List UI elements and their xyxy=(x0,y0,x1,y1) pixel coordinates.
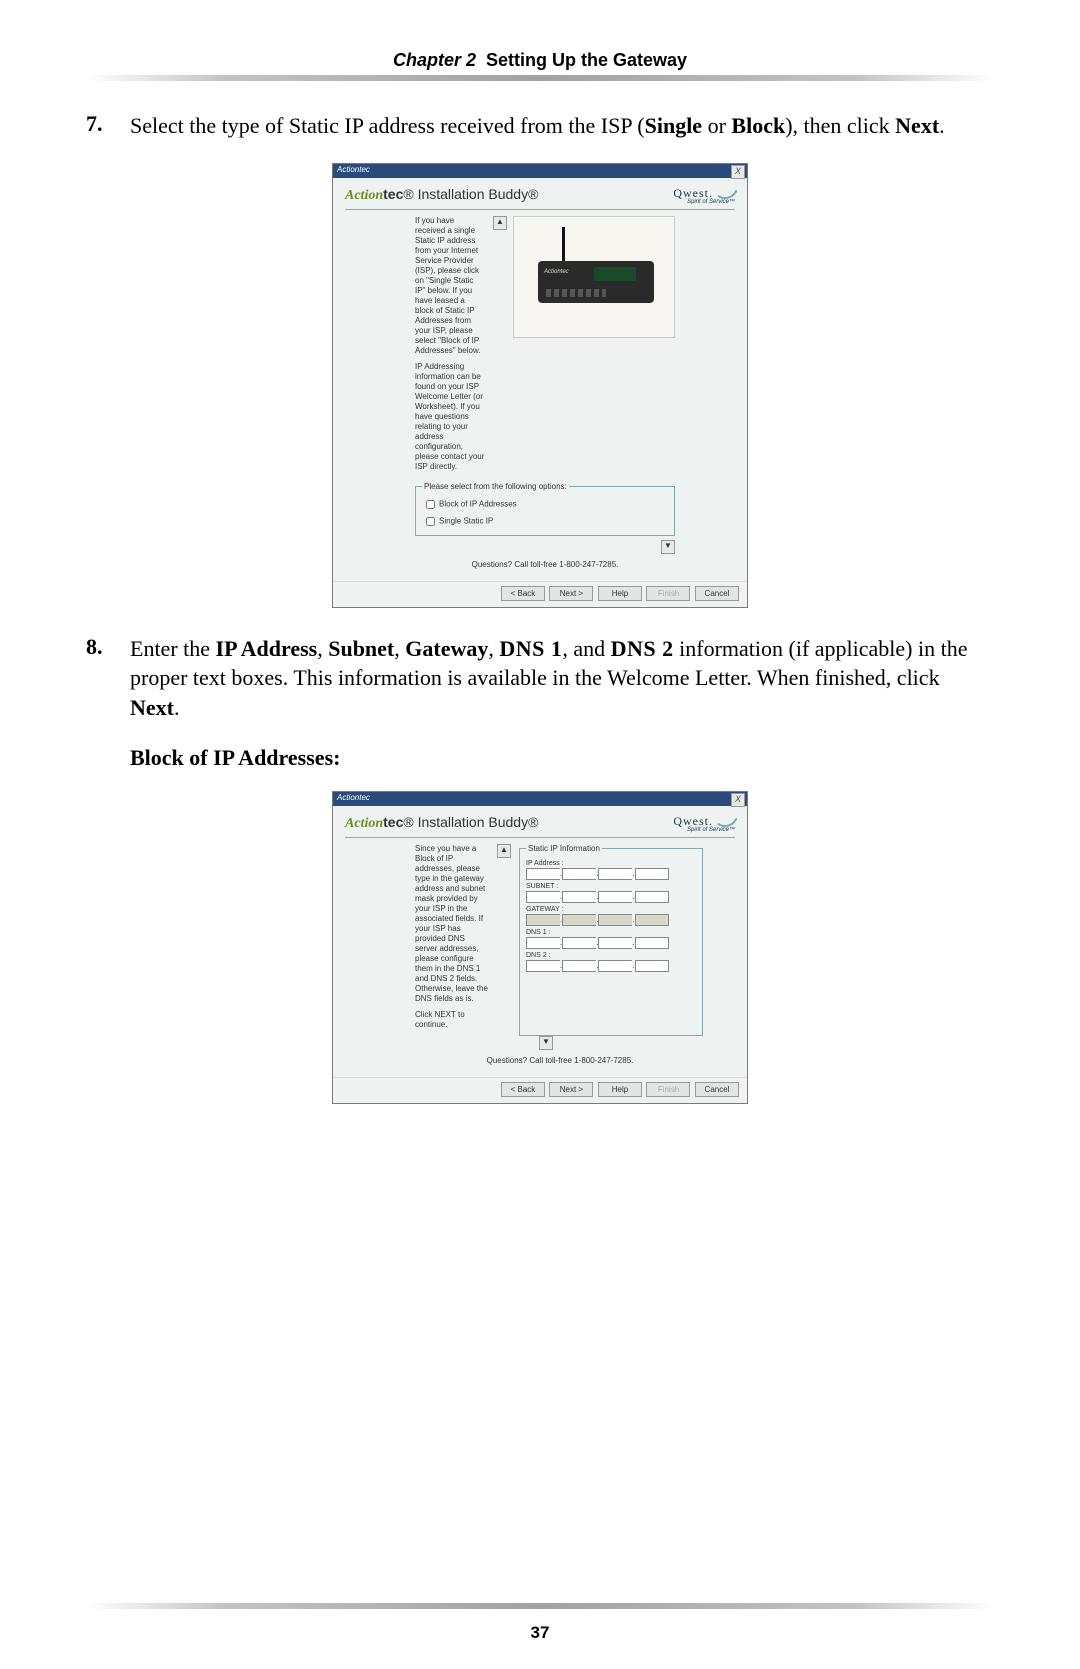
ip-octet[interactable] xyxy=(635,868,669,880)
content-row: If you have received a single Static IP … xyxy=(415,216,675,478)
header-rule xyxy=(86,75,994,81)
finish-button: Finish xyxy=(646,586,690,601)
field-dns2: DNS 2 : ... xyxy=(526,952,696,972)
ip-octet[interactable] xyxy=(526,868,560,880)
close-button[interactable]: X xyxy=(731,165,745,179)
ip-legend: Static IP Information xyxy=(526,844,602,853)
step-8: 8. Enter the IP Address, Subnet, Gateway… xyxy=(86,634,994,723)
subnet-octet[interactable] xyxy=(526,891,560,903)
qwest-logo: Qwest. Spirit of Service™ xyxy=(673,186,735,205)
back-button[interactable]: < Back xyxy=(501,1082,545,1097)
gateway-octet[interactable] xyxy=(598,914,632,926)
scroll-down-icon[interactable]: ▼ xyxy=(661,540,675,554)
step-list: 7. Select the type of Static IP address … xyxy=(86,111,994,141)
step-text: Enter the IP Address, Subnet, Gateway, D… xyxy=(130,634,994,723)
dns2-octet[interactable] xyxy=(562,960,596,972)
dns1-octet[interactable] xyxy=(598,937,632,949)
label-dns1: DNS 1 : xyxy=(526,929,696,936)
window-body: Actiontec® Installation Buddy® Qwest. Sp… xyxy=(333,806,747,1077)
screenshot-2: Actiontec X Actiontec® Installation Budd… xyxy=(332,791,748,1104)
router-body-icon: Actiontec DSL Gateway xyxy=(538,261,654,303)
finish-button: Finish xyxy=(646,1082,690,1097)
instruction-text: If you have received a single Static IP … xyxy=(415,216,485,478)
field-subnet: SUBNET : ... xyxy=(526,883,696,903)
footer-rule xyxy=(86,1603,994,1609)
window-body: Actiontec® Installation Buddy® Qwest. Sp… xyxy=(333,178,747,581)
brand-row: Actiontec® Installation Buddy® Qwest. Sp… xyxy=(345,814,735,833)
step-list-2: 8. Enter the IP Address, Subnet, Gateway… xyxy=(86,634,994,723)
back-button[interactable]: < Back xyxy=(501,586,545,601)
options-group: Please select from the following options… xyxy=(415,482,675,536)
cancel-button[interactable]: Cancel xyxy=(695,586,739,601)
titlebar: Actiontec X xyxy=(333,164,747,178)
page-number: 37 xyxy=(0,1623,1080,1643)
scroll-down-icon[interactable]: ▼ xyxy=(539,1036,553,1050)
step-7: 7. Select the type of Static IP address … xyxy=(86,111,994,141)
dns1-octet[interactable] xyxy=(562,937,596,949)
screenshot-1: Actiontec X Actiontec® Installation Budd… xyxy=(332,163,748,608)
content-row: Since you have a Block of IP addresses, … xyxy=(415,844,705,1036)
titlebar: Actiontec X xyxy=(333,792,747,806)
chapter-label: Chapter 2 xyxy=(393,50,476,70)
ip-octet[interactable] xyxy=(562,868,596,880)
chapter-header: Chapter 2 Setting Up the Gateway xyxy=(86,50,994,71)
option-block[interactable]: Block of IP Addresses xyxy=(422,497,668,512)
router-ports-icon xyxy=(546,289,606,297)
actiontec-logo: Actiontec® Installation Buddy® xyxy=(345,186,538,204)
checkbox-block[interactable] xyxy=(426,500,435,509)
doc-page: Chapter 2 Setting Up the Gateway 7. Sele… xyxy=(0,0,1080,1669)
swoosh-icon xyxy=(713,187,735,201)
support-text: Questions? Call toll-free 1-800-247-7285… xyxy=(415,1056,705,1065)
support-text: Questions? Call toll-free 1-800-247-7285… xyxy=(415,560,675,569)
dns1-octet[interactable] xyxy=(635,937,669,949)
label-gateway: GATEWAY : xyxy=(526,906,696,913)
chapter-title: Setting Up the Gateway xyxy=(486,50,687,70)
brand-row: Actiontec® Installation Buddy® Qwest. Sp… xyxy=(345,186,735,205)
qwest-logo: Qwest. Spirit of Service™ xyxy=(673,814,735,833)
wizard-window: Actiontec X Actiontec® Installation Budd… xyxy=(332,791,748,1104)
cancel-button[interactable]: Cancel xyxy=(695,1082,739,1097)
option-single[interactable]: Single Static IP xyxy=(422,514,668,529)
next-button[interactable]: Next > xyxy=(549,586,593,601)
dns1-octet[interactable] xyxy=(526,937,560,949)
dns2-octet[interactable] xyxy=(526,960,560,972)
options-legend: Please select from the following options… xyxy=(422,482,569,491)
gateway-octet[interactable] xyxy=(562,914,596,926)
step-text: Select the type of Static IP address rec… xyxy=(130,111,994,141)
next-button[interactable]: Next > xyxy=(549,1082,593,1097)
subnet-octet[interactable] xyxy=(635,891,669,903)
wizard-window: Actiontec X Actiontec® Installation Budd… xyxy=(332,163,748,608)
gateway-octet[interactable] xyxy=(635,914,669,926)
gateway-octet[interactable] xyxy=(526,914,560,926)
subheading: Block of IP Addresses: xyxy=(130,745,994,771)
actiontec-logo: Actiontec® Installation Buddy® xyxy=(345,814,538,832)
checkbox-single[interactable] xyxy=(426,517,435,526)
dns2-octet[interactable] xyxy=(598,960,632,972)
ip-octet[interactable] xyxy=(598,868,632,880)
subnet-octet[interactable] xyxy=(598,891,632,903)
label-dns2: DNS 2 : xyxy=(526,952,696,959)
router-image: Actiontec DSL Gateway xyxy=(513,216,675,338)
button-row: < Back Next > Help Finish Cancel xyxy=(333,581,747,607)
field-gateway: GATEWAY : ... xyxy=(526,906,696,926)
label-subnet: SUBNET : xyxy=(526,883,696,890)
step-number: 8. xyxy=(86,634,130,723)
help-button[interactable]: Help xyxy=(598,1082,642,1097)
close-button[interactable]: X xyxy=(731,793,745,807)
button-row: < Back Next > Help Finish Cancel xyxy=(333,1077,747,1103)
scroll-up-icon[interactable]: ▲ xyxy=(493,216,507,230)
dns2-octet[interactable] xyxy=(635,960,669,972)
brand-divider xyxy=(345,837,735,838)
field-dns1: DNS 1 : ... xyxy=(526,929,696,949)
step-number: 7. xyxy=(86,111,130,141)
static-ip-group: Static IP Information IP Address : ... S… xyxy=(519,844,703,1036)
label-ip: IP Address : xyxy=(526,860,696,867)
field-ip: IP Address : ... xyxy=(526,860,696,880)
swoosh-icon xyxy=(713,815,735,829)
instruction-text: Since you have a Block of IP addresses, … xyxy=(415,844,489,1036)
scroll-up-icon[interactable]: ▲ xyxy=(497,844,511,858)
help-button[interactable]: Help xyxy=(598,586,642,601)
subnet-octet[interactable] xyxy=(562,891,596,903)
brand-divider xyxy=(345,209,735,210)
